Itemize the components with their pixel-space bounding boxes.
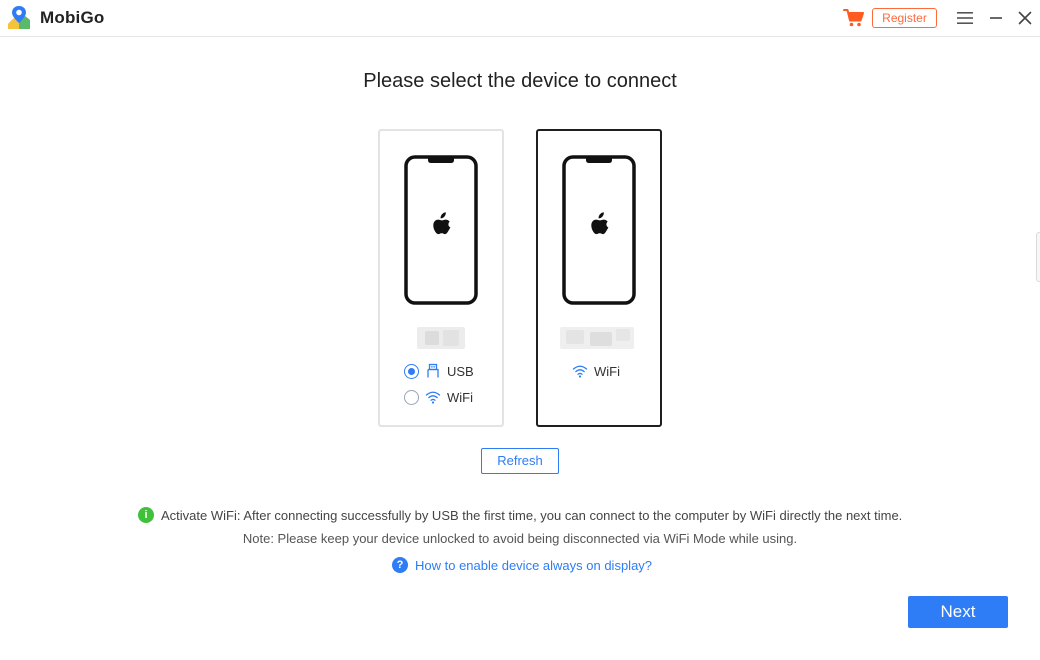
question-icon: ? bbox=[392, 557, 408, 573]
app-name: MobiGo bbox=[40, 8, 105, 27]
usb-label: USB bbox=[447, 363, 474, 379]
hamburger-menu-icon[interactable] bbox=[956, 10, 974, 26]
option-usb[interactable]: USB bbox=[404, 362, 474, 380]
map-pin-logo-icon bbox=[8, 6, 30, 29]
device-name-redacted bbox=[560, 327, 634, 349]
wifi-icon bbox=[572, 365, 588, 378]
next-button[interactable]: Next bbox=[908, 596, 1008, 628]
wifi-icon bbox=[425, 391, 441, 404]
device-card-wifi[interactable]: WiFi bbox=[536, 129, 662, 427]
minimize-icon[interactable] bbox=[988, 10, 1004, 26]
refresh-button[interactable]: Refresh bbox=[481, 448, 559, 474]
iphone-icon bbox=[404, 155, 478, 305]
device-card-usb[interactable]: USB WiFi bbox=[378, 129, 504, 427]
wifi-connection-label: WiFi bbox=[594, 363, 620, 379]
wifi-radio[interactable] bbox=[404, 389, 419, 405]
info-message: i Activate WiFi: After connecting succes… bbox=[138, 506, 902, 524]
info-text: Activate WiFi: After connecting successf… bbox=[161, 507, 903, 523]
cart-icon[interactable] bbox=[843, 8, 865, 28]
option-wifi[interactable]: WiFi bbox=[404, 388, 473, 406]
close-icon[interactable] bbox=[1017, 10, 1033, 26]
help-link-row[interactable]: ? How to enable device always on display… bbox=[392, 556, 652, 574]
usb-radio[interactable] bbox=[404, 363, 419, 379]
usb-icon bbox=[427, 363, 439, 378]
note-text: Note: Please keep your device unlocked t… bbox=[242, 531, 798, 546]
register-button[interactable]: Register bbox=[872, 8, 937, 28]
page-title: Please select the device to connect bbox=[363, 70, 677, 92]
iphone-icon bbox=[562, 155, 636, 305]
help-link[interactable]: How to enable device always on display? bbox=[415, 558, 652, 573]
side-panel-handle[interactable] bbox=[1036, 232, 1040, 282]
title-bar: MobiGo Register bbox=[0, 0, 1040, 37]
info-icon: i bbox=[138, 507, 154, 523]
wifi-label: WiFi bbox=[447, 389, 473, 405]
device-name-redacted bbox=[417, 327, 465, 349]
wifi-connection: WiFi bbox=[572, 362, 620, 380]
